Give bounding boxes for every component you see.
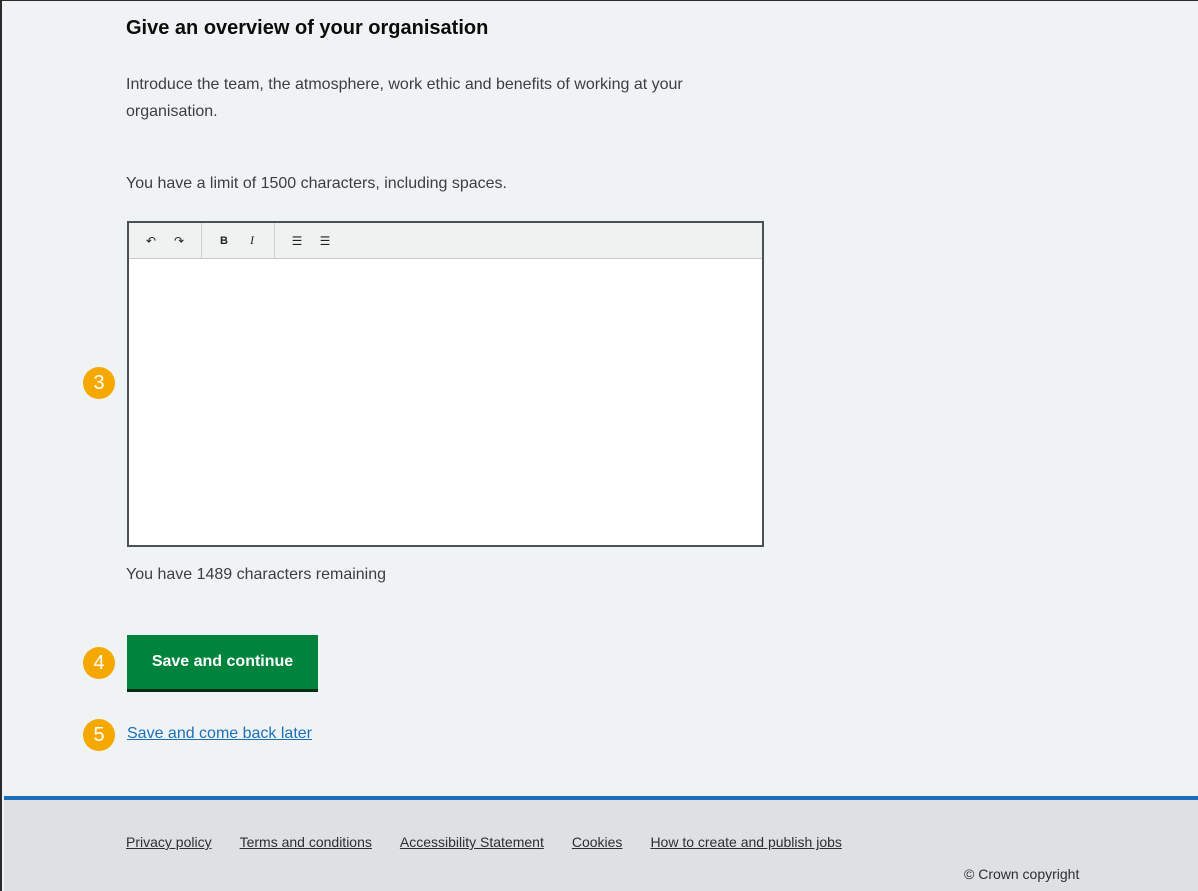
footer-link-how-to-create-jobs[interactable]: How to create and publish jobs: [650, 834, 841, 850]
footer-link-accessibility-statement[interactable]: Accessibility Statement: [400, 834, 544, 850]
editor-toolbar: ↶ ↷ B I ☰ ☰: [129, 223, 762, 259]
redo-icon[interactable]: ↷: [168, 230, 190, 252]
undo-icon[interactable]: ↶: [140, 230, 162, 252]
page-title: Give an overview of your organisation: [126, 17, 489, 39]
footer-links: Privacy policy Terms and conditions Acce…: [126, 834, 870, 850]
copyright-text: © Crown copyright: [964, 866, 1080, 882]
format-group: B I: [202, 223, 275, 258]
step-marker-5: 5: [83, 719, 115, 751]
history-group: ↶ ↷: [129, 223, 202, 258]
step-marker-4: 4: [83, 647, 115, 679]
site-footer: Privacy policy Terms and conditions Acce…: [4, 796, 1198, 891]
bullet-list-icon[interactable]: ☰: [286, 230, 308, 252]
save-and-continue-button[interactable]: Save and continue: [127, 635, 318, 689]
bold-icon[interactable]: B: [213, 230, 235, 252]
intro-text: Introduce the team, the atmosphere, work…: [126, 76, 683, 120]
characters-remaining-text: You have 1489 characters remaining: [126, 566, 387, 583]
footer-link-cookies[interactable]: Cookies: [572, 834, 623, 850]
character-limit-hint: You have a limit of 1500 characters, inc…: [126, 175, 507, 192]
rich-text-editor[interactable]: ↶ ↷ B I ☰ ☰: [127, 221, 764, 547]
numbered-list-icon[interactable]: ☰: [314, 230, 336, 252]
list-group: ☰ ☰: [275, 223, 347, 258]
footer-link-privacy-policy[interactable]: Privacy policy: [126, 834, 212, 850]
organisation-overview-textarea[interactable]: [129, 259, 762, 545]
step-marker-3: 3: [83, 367, 115, 399]
save-and-come-back-later-link[interactable]: Save and come back later: [127, 725, 312, 743]
footer-link-terms-and-conditions[interactable]: Terms and conditions: [240, 834, 372, 850]
page-frame: Give an overview of your organisation In…: [0, 0, 1198, 891]
main-content: Give an overview of your organisation In…: [2, 1, 1198, 796]
italic-icon[interactable]: I: [241, 230, 263, 252]
